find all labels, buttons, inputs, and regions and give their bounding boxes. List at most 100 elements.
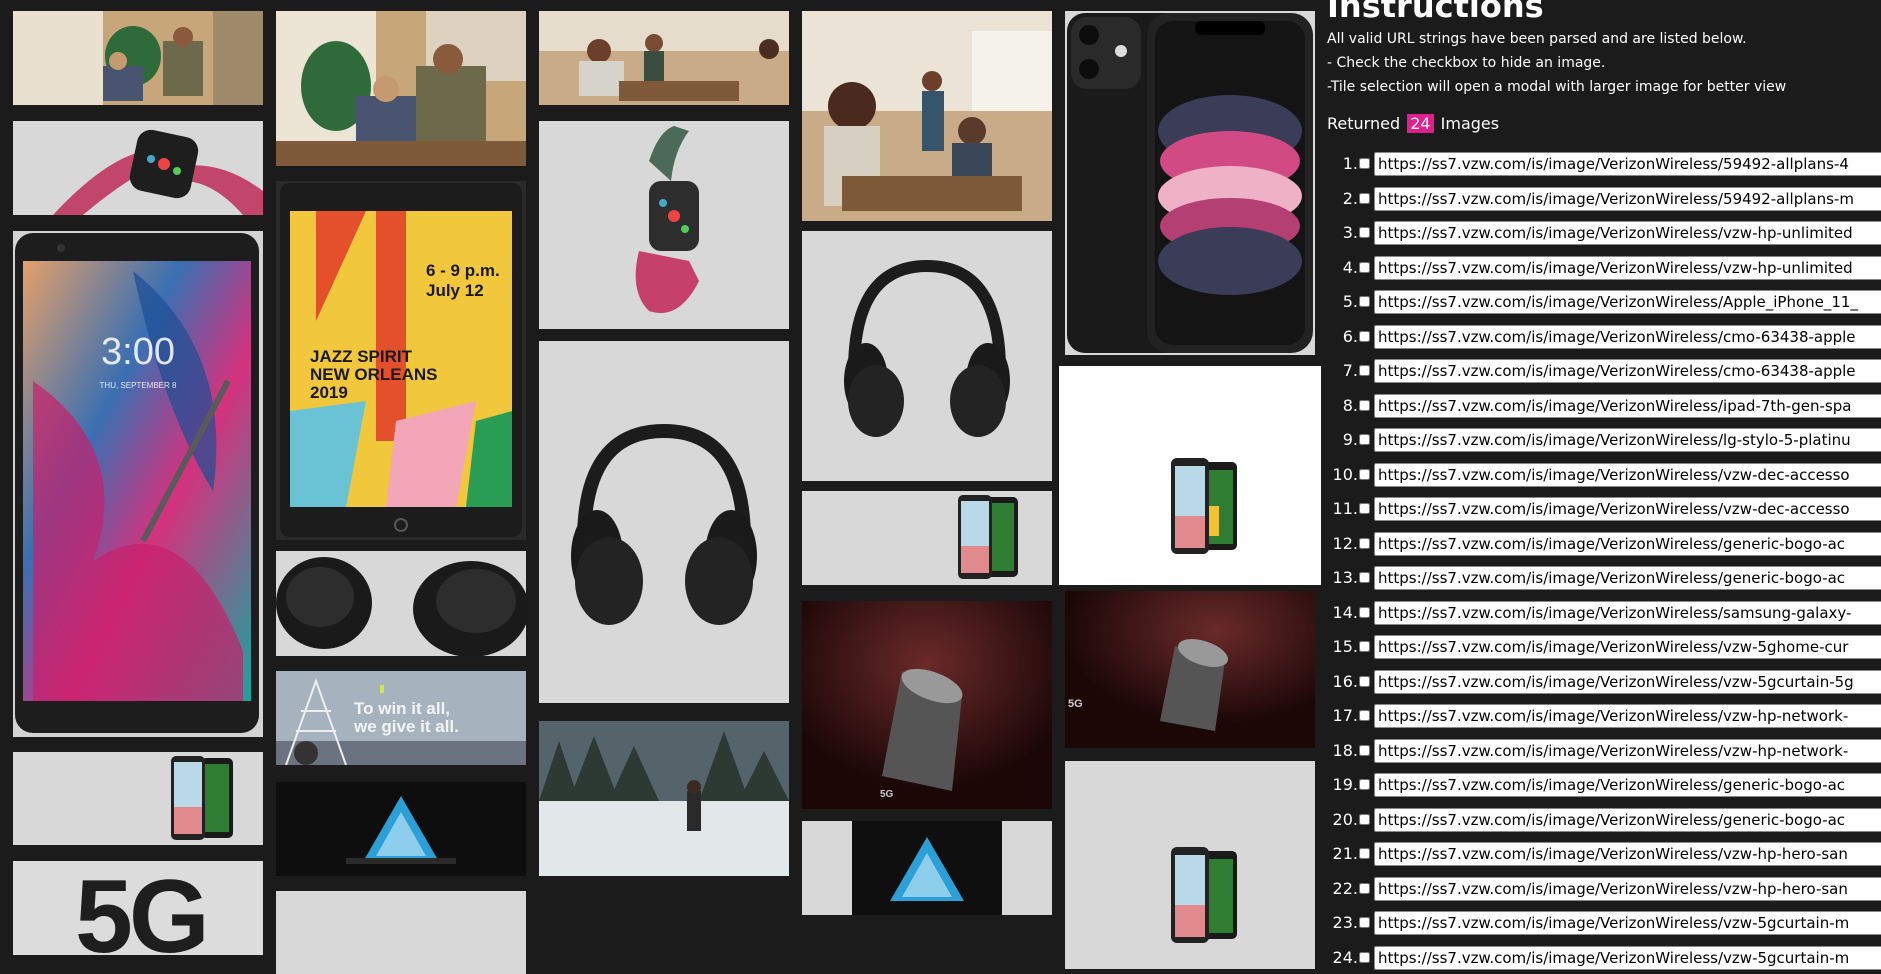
image-tile-snowy-forest[interactable] xyxy=(539,721,789,876)
url-index: 14. xyxy=(1332,602,1358,622)
returned-prefix: Returned xyxy=(1327,114,1401,133)
url-field[interactable] xyxy=(1374,428,1881,452)
url-field[interactable] xyxy=(1374,497,1881,521)
url-field[interactable] xyxy=(1374,152,1881,176)
url-field[interactable] xyxy=(1374,669,1881,694)
url-row: 4. xyxy=(1318,255,1881,280)
hide-image-checkbox[interactable] xyxy=(1359,813,1370,825)
url-index: 12. xyxy=(1332,533,1358,553)
hide-image-checkbox[interactable] xyxy=(1359,710,1370,721)
url-field[interactable] xyxy=(1374,773,1881,797)
image-tile-friends-gaming[interactable] xyxy=(802,11,1052,221)
family-photo-image xyxy=(13,11,263,105)
hide-image-checkbox[interactable] xyxy=(1359,192,1370,204)
hide-image-checkbox[interactable] xyxy=(1359,537,1370,549)
image-tile-lg-stylo-phone[interactable]: 3:00 THU, SEPTEMBER 8 xyxy=(13,231,263,737)
image-tile-5g-text[interactable]: 5G xyxy=(13,861,263,955)
url-index: 13. xyxy=(1332,568,1358,587)
url-index: 1. xyxy=(1342,154,1358,173)
hide-image-checkbox[interactable] xyxy=(1359,365,1370,376)
hide-image-checkbox[interactable] xyxy=(1359,503,1370,514)
image-tile-pixel-phones-medium[interactable] xyxy=(802,491,1052,585)
url-field[interactable] xyxy=(1374,945,1881,970)
image-tile-pixel-phones-white[interactable] xyxy=(1059,366,1321,585)
url-field[interactable] xyxy=(1374,255,1881,280)
hide-image-checkbox[interactable] xyxy=(1359,468,1370,480)
url-row: 16. xyxy=(1318,669,1881,694)
phones-image xyxy=(1059,366,1321,585)
url-field[interactable] xyxy=(1374,738,1881,763)
hide-image-checkbox[interactable] xyxy=(1359,641,1370,652)
image-tile-5g-home-dark-small[interactable]: 5G xyxy=(1065,591,1315,748)
image-tile-family-living-room-2[interactable] xyxy=(276,11,526,166)
url-row: 22. xyxy=(1318,876,1881,901)
hide-image-checkbox[interactable] xyxy=(1359,882,1370,894)
image-tile-headphones-large[interactable] xyxy=(539,341,789,703)
image-tile-samsung-galaxy-light[interactable] xyxy=(802,821,1052,915)
hide-image-checkbox[interactable] xyxy=(1359,951,1370,963)
image-tile-apple-watch-green[interactable] xyxy=(539,121,789,329)
hide-image-checkbox[interactable] xyxy=(1359,744,1370,756)
url-row: 15. xyxy=(1318,635,1881,659)
url-field[interactable] xyxy=(1374,324,1881,349)
url-field[interactable] xyxy=(1374,186,1881,211)
hide-image-checkbox[interactable] xyxy=(1359,434,1370,445)
hide-image-checkbox[interactable] xyxy=(1359,330,1370,342)
url-field[interactable] xyxy=(1374,635,1881,659)
url-index: 21. xyxy=(1332,844,1358,863)
hide-image-checkbox[interactable] xyxy=(1359,606,1370,618)
hide-image-checkbox[interactable] xyxy=(1359,227,1370,238)
hide-image-checkbox[interactable] xyxy=(1359,917,1370,928)
url-field[interactable] xyxy=(1374,704,1881,728)
image-tile-blank[interactable] xyxy=(276,891,526,974)
image-tile-5g-home-dark-large[interactable]: 5G xyxy=(802,601,1052,809)
image-tile-pixel-phones-small[interactable] xyxy=(13,752,263,845)
returned-count-summary: Returned 24 Images xyxy=(1327,113,1499,135)
url-field[interactable] xyxy=(1374,462,1881,487)
image-tile-network-tower[interactable]: To win it all, we give it all. xyxy=(276,671,526,765)
image-tile-family-living-room-1[interactable] xyxy=(13,11,263,105)
image-tile-headphones-medium[interactable] xyxy=(802,231,1052,481)
hide-image-checkbox[interactable] xyxy=(1359,779,1370,790)
url-row: 18. xyxy=(1318,738,1881,763)
url-index: 19. xyxy=(1332,775,1358,794)
url-field[interactable] xyxy=(1374,359,1881,383)
image-tile-pixel-phones-gray[interactable] xyxy=(1065,761,1315,969)
hide-image-checkbox[interactable] xyxy=(1359,261,1370,273)
image-tile-iphone-11[interactable] xyxy=(1065,11,1315,355)
ipad-event-year: 2019 xyxy=(310,383,348,402)
image-tile-family-gaming[interactable] xyxy=(539,11,789,105)
ipad-event-time: 6 - 9 p.m. xyxy=(426,261,500,280)
url-row: 7. xyxy=(1318,359,1881,383)
url-row: 2. xyxy=(1318,186,1881,211)
image-tile-samsung-galaxy-dark[interactable] xyxy=(276,782,526,876)
url-field[interactable] xyxy=(1374,221,1881,245)
image-tile-apple-watch-pink[interactable] xyxy=(13,121,263,215)
hide-image-checkbox[interactable] xyxy=(1359,158,1370,169)
instruction-line-1: All valid URL strings have been parsed a… xyxy=(1327,31,1747,47)
url-index: 16. xyxy=(1332,671,1358,691)
image-tile-galaxy-buds[interactable] xyxy=(276,551,526,656)
returned-suffix: Images xyxy=(1440,114,1500,133)
url-field[interactable] xyxy=(1374,842,1881,866)
url-field[interactable] xyxy=(1374,393,1881,418)
hide-image-checkbox[interactable] xyxy=(1359,848,1370,859)
5g-label: 5G xyxy=(75,861,210,955)
url-field[interactable] xyxy=(1374,600,1881,625)
url-field[interactable] xyxy=(1374,807,1881,832)
iphone-image xyxy=(1065,11,1315,355)
image-tile-ipad-jazz[interactable]: 6 - 9 p.m. July 12 JAZZ SPIRIT NEW ORLEA… xyxy=(276,181,526,540)
url-index: 2. xyxy=(1342,188,1358,208)
url-field[interactable] xyxy=(1374,876,1881,901)
lg-stylo-phone-image xyxy=(13,231,263,737)
url-field[interactable] xyxy=(1374,566,1881,590)
hide-image-checkbox[interactable] xyxy=(1359,572,1370,583)
hide-image-checkbox[interactable] xyxy=(1359,399,1370,411)
url-field[interactable] xyxy=(1374,290,1881,314)
url-field[interactable] xyxy=(1374,911,1881,935)
url-field[interactable] xyxy=(1374,531,1881,556)
url-row: 24. xyxy=(1318,945,1881,970)
instructions-title: Instructions xyxy=(1327,0,1544,25)
hide-image-checkbox[interactable] xyxy=(1359,675,1370,687)
hide-image-checkbox[interactable] xyxy=(1359,296,1370,307)
